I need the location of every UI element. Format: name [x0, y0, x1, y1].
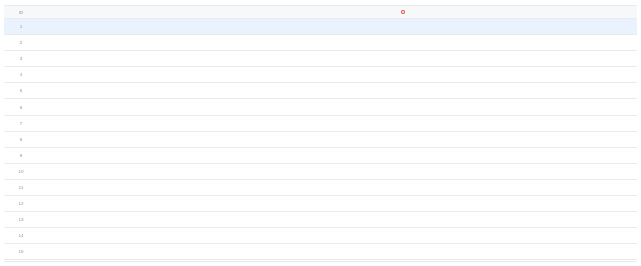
- row-name: [41, 148, 221, 163]
- table-row[interactable]: 5: [4, 83, 637, 100]
- help-icon[interactable]: [400, 10, 405, 14]
- table-row[interactable]: 2: [4, 35, 637, 52]
- column-header-name[interactable]: [41, 6, 221, 18]
- row-mask-type: [399, 116, 479, 131]
- row-id: 12: [18, 201, 24, 207]
- row-name: [41, 212, 221, 227]
- row-mask-type: [399, 148, 479, 163]
- row-mask-type: [399, 228, 479, 243]
- table-header: ID: [4, 5, 637, 19]
- table-row[interactable]: 15: [4, 244, 637, 261]
- table-row[interactable]: 7: [4, 116, 637, 132]
- row-id: 15: [18, 249, 24, 255]
- row-mask-type: [399, 35, 479, 50]
- row-mask-type: [399, 83, 479, 98]
- row-name: [41, 196, 221, 211]
- row-name: [41, 180, 221, 195]
- row-name: [41, 51, 221, 66]
- table-row[interactable]: 1: [4, 19, 637, 36]
- table-row[interactable]: 11: [4, 180, 637, 197]
- table-row[interactable]: 14: [4, 228, 637, 245]
- table-row[interactable]: 3: [4, 51, 637, 68]
- table-row[interactable]: 9: [4, 148, 637, 164]
- row-id: 13: [18, 217, 24, 223]
- table-row[interactable]: 4: [4, 67, 637, 84]
- row-id: 1: [19, 24, 23, 30]
- row-name: [41, 164, 221, 179]
- row-id: 3: [19, 56, 23, 62]
- table-row[interactable]: 8: [4, 132, 637, 148]
- row-id: 11: [18, 185, 24, 191]
- row-id: 6: [19, 104, 23, 110]
- row-name: [41, 116, 221, 131]
- row-mask-type: [399, 180, 479, 195]
- column-header-id[interactable]: ID: [6, 6, 36, 18]
- row-id: 8: [19, 136, 23, 142]
- table-row[interactable]: 6: [4, 100, 637, 116]
- table-row[interactable]: 13: [4, 212, 637, 229]
- row-id: 10: [18, 168, 24, 174]
- row-id: 7: [19, 120, 23, 126]
- data-masking-table: ID 1 2 3 4 5 6 7 8 9 10 11 12 13 14 15: [0, 0, 641, 266]
- row-mask-type: [399, 164, 479, 179]
- row-id: 14: [18, 233, 24, 239]
- row-mask-type: [399, 212, 479, 227]
- row-mask-type: [399, 51, 479, 66]
- table-row[interactable]: 10: [4, 164, 637, 180]
- row-id: 4: [19, 72, 23, 78]
- row-name: [41, 83, 221, 98]
- row-name: [41, 132, 221, 147]
- column-header-description[interactable]: [484, 6, 624, 18]
- row-name: [41, 19, 221, 34]
- row-mask-type: [399, 67, 479, 82]
- row-name: [41, 244, 221, 259]
- column-header-mask-type[interactable]: [399, 6, 479, 18]
- table-row[interactable]: 12: [4, 196, 637, 213]
- table-bottom-border: [4, 261, 637, 262]
- row-id: 5: [19, 88, 23, 94]
- row-name: [41, 67, 221, 82]
- row-mask-type: [399, 100, 479, 115]
- row-id: 2: [19, 40, 23, 46]
- row-mask-type: [399, 196, 479, 211]
- row-name: [41, 100, 221, 115]
- row-mask-type: [399, 244, 479, 259]
- row-name: [41, 228, 221, 243]
- row-name: [41, 35, 221, 50]
- row-mask-type: [399, 19, 479, 34]
- row-id: 9: [19, 152, 23, 158]
- row-mask-type: [399, 132, 479, 147]
